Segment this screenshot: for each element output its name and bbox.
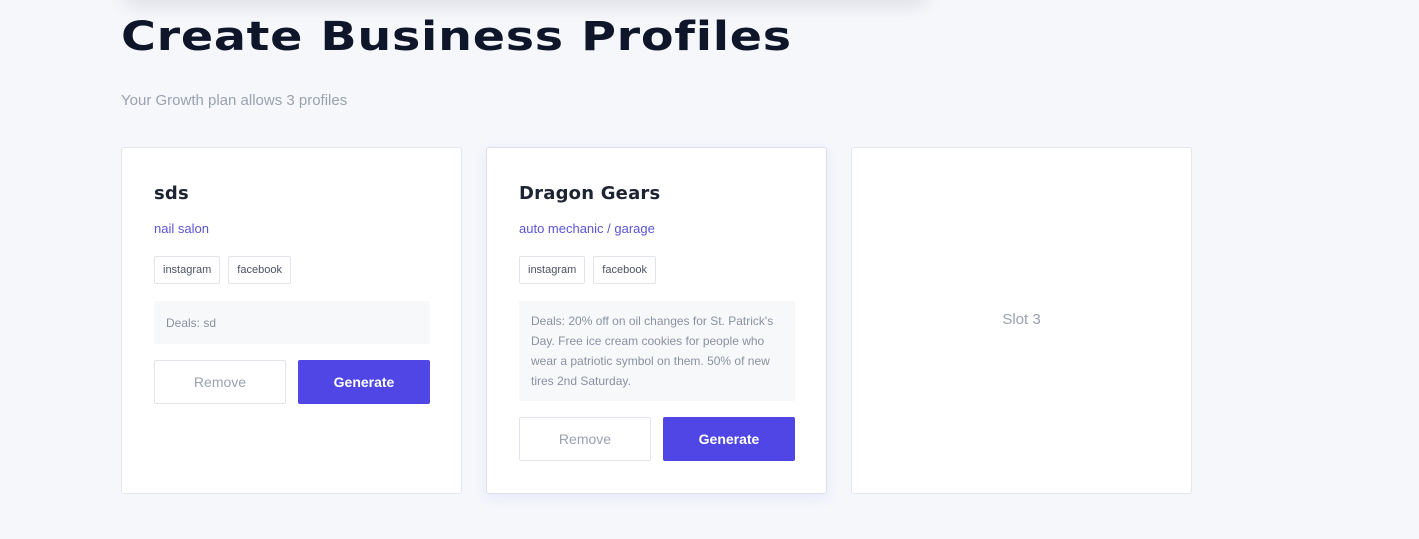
- platform-tags: instagram facebook: [519, 256, 656, 284]
- profile-card: sds nail salon instagram facebook Deals:…: [121, 147, 462, 494]
- profile-card: Dragon Gears auto mechanic / garage inst…: [486, 147, 827, 494]
- profile-category: auto mechanic / garage: [519, 221, 655, 236]
- plan-subtitle: Your Growth plan allows 3 profiles: [121, 92, 348, 109]
- empty-slot-card[interactable]: Slot 3: [851, 147, 1192, 494]
- tag-instagram: instagram: [519, 256, 586, 284]
- tag-facebook: facebook: [228, 256, 291, 284]
- deals-text: Deals: sd: [154, 301, 430, 344]
- remove-button[interactable]: Remove: [519, 417, 651, 461]
- deals-text: Deals: 20% off on oil changes for St. Pa…: [519, 301, 795, 401]
- remove-button[interactable]: Remove: [154, 360, 286, 404]
- slot-label: Slot 3: [1002, 311, 1041, 328]
- generate-button[interactable]: Generate: [663, 417, 795, 461]
- page-title: Create Business Profiles: [121, 14, 792, 60]
- profile-category: nail salon: [154, 221, 209, 236]
- card-actions: Remove Generate: [519, 417, 795, 461]
- platform-tags: instagram facebook: [154, 256, 291, 284]
- tag-facebook: facebook: [593, 256, 656, 284]
- card-actions: Remove Generate: [154, 360, 430, 404]
- profile-name: sds: [154, 183, 189, 204]
- generate-button[interactable]: Generate: [298, 360, 430, 404]
- profile-name: Dragon Gears: [519, 183, 661, 204]
- tag-instagram: instagram: [154, 256, 221, 284]
